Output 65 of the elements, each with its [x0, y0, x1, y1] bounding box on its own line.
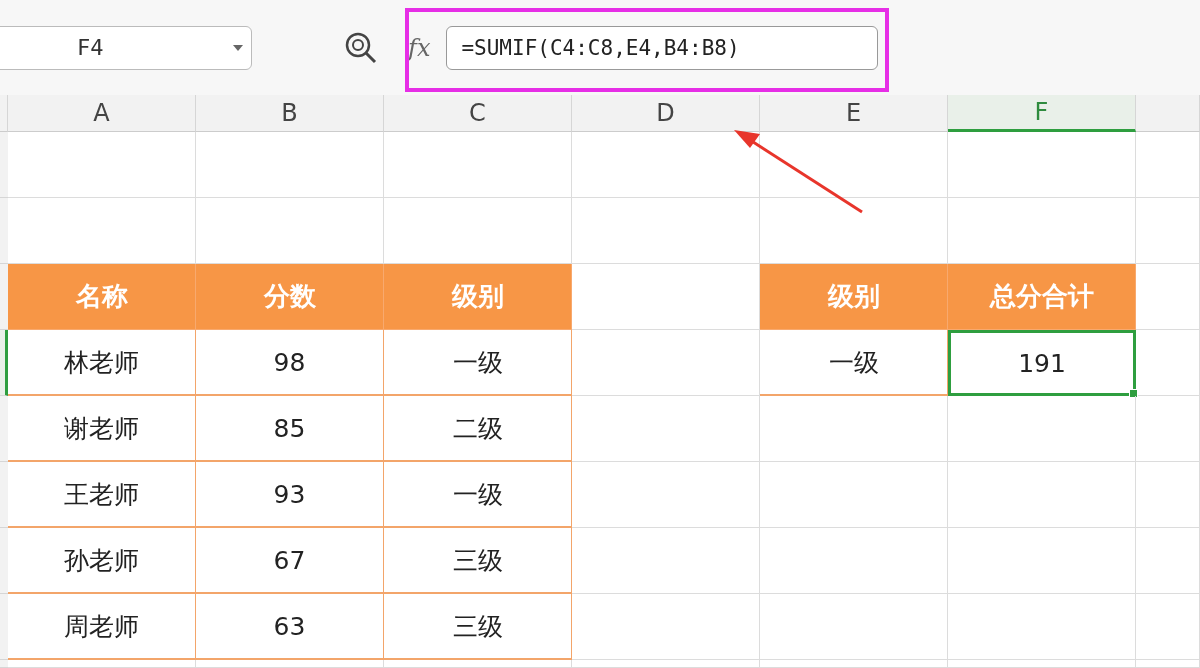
- column-header[interactable]: D: [572, 95, 760, 132]
- table-cell[interactable]: [1136, 660, 1200, 668]
- table-cell[interactable]: 周老师: [8, 594, 196, 660]
- table-cell[interactable]: 三级: [384, 594, 572, 660]
- table-cell[interactable]: 孙老师: [8, 528, 196, 594]
- table-cell[interactable]: [384, 132, 572, 198]
- column-header[interactable]: F: [948, 95, 1136, 132]
- name-box[interactable]: F4: [0, 25, 252, 70]
- table-cell[interactable]: [1136, 198, 1200, 264]
- table-cell[interactable]: [948, 660, 1136, 668]
- table-cell[interactable]: [572, 660, 760, 668]
- table-cell[interactable]: [948, 462, 1136, 528]
- column-header[interactable]: C: [384, 95, 572, 132]
- table-cell[interactable]: [572, 528, 760, 594]
- column-header[interactable]: [1136, 95, 1200, 132]
- table-cell[interactable]: [760, 462, 948, 528]
- caret-icon: [233, 44, 243, 51]
- table-cell[interactable]: [196, 132, 384, 198]
- table-cell[interactable]: [1136, 330, 1200, 396]
- table-cell[interactable]: [1136, 132, 1200, 198]
- table-cell[interactable]: [572, 198, 760, 264]
- table-cell[interactable]: [760, 528, 948, 594]
- table-cell[interactable]: 林老师: [8, 330, 196, 396]
- table-cell[interactable]: [1136, 528, 1200, 594]
- table-cell[interactable]: 一级: [760, 330, 948, 396]
- table-cell[interactable]: 谢老师: [8, 396, 196, 462]
- table-cell[interactable]: [948, 594, 1136, 660]
- table-cell[interactable]: 98: [196, 330, 384, 396]
- table-cell[interactable]: [760, 660, 948, 668]
- table-cell[interactable]: [1136, 594, 1200, 660]
- table-cell[interactable]: [760, 396, 948, 462]
- table-cell[interactable]: 三级: [384, 528, 572, 594]
- table-cell[interactable]: [384, 660, 572, 668]
- table-cell[interactable]: 67: [196, 528, 384, 594]
- table-cell[interactable]: [572, 396, 760, 462]
- table-cell[interactable]: [760, 594, 948, 660]
- column-header[interactable]: E: [760, 95, 948, 132]
- table-cell[interactable]: [572, 462, 760, 528]
- table-cell[interactable]: 二级: [384, 396, 572, 462]
- table-cell[interactable]: [8, 660, 196, 668]
- column-header[interactable]: B: [196, 95, 384, 132]
- zoom-icon[interactable]: [344, 30, 378, 65]
- table-cell[interactable]: 一级: [384, 330, 572, 396]
- table-cell[interactable]: [1136, 462, 1200, 528]
- table-cell[interactable]: 王老师: [8, 462, 196, 528]
- table-cell[interactable]: 85: [196, 396, 384, 462]
- table-cell[interactable]: [948, 528, 1136, 594]
- table-cell[interactable]: 一级: [384, 462, 572, 528]
- table-cell[interactable]: 63: [196, 594, 384, 660]
- table-cell[interactable]: 93: [196, 462, 384, 528]
- row-header[interactable]: [0, 330, 8, 396]
- table-cell[interactable]: [760, 132, 948, 198]
- table-cell[interactable]: [948, 132, 1136, 198]
- table-cell[interactable]: [8, 132, 196, 198]
- formula-field[interactable]: =SUMIF(C4:C8,E4,B4:B8): [446, 25, 879, 70]
- column-header[interactable]: A: [8, 95, 196, 132]
- table-cell[interactable]: [1136, 264, 1200, 330]
- function-label[interactable]: fx: [408, 33, 431, 62]
- table-cell[interactable]: [196, 660, 384, 668]
- table-cell[interactable]: [572, 594, 760, 660]
- table-cell[interactable]: [948, 396, 1136, 462]
- table-cell[interactable]: [1136, 396, 1200, 462]
- fill-handle[interactable]: [1129, 389, 1138, 398]
- table-cell[interactable]: 191: [948, 330, 1136, 396]
- table-cell[interactable]: [572, 330, 760, 396]
